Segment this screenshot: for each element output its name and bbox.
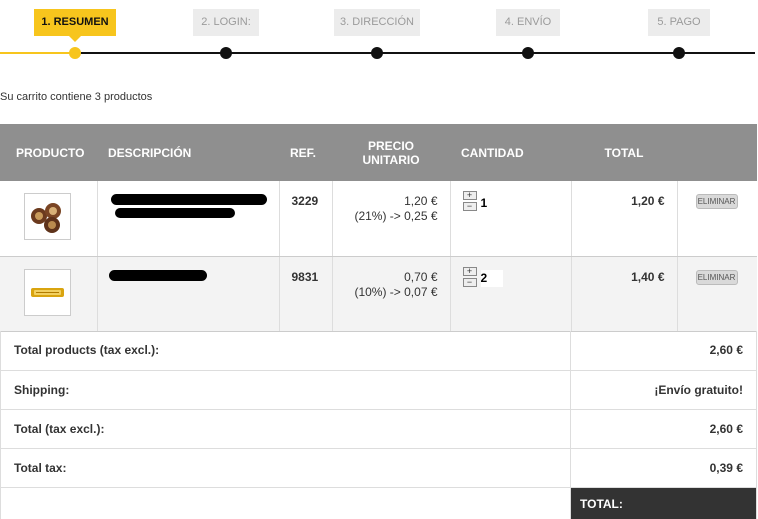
product-ref: 3229: [279, 181, 333, 257]
step-address[interactable]: 3. DIRECCIÓN: [334, 9, 420, 36]
delete-button[interactable]: ELIMINAR: [695, 269, 738, 285]
table-row: 3229 1,20 € (21%) -> 0,25 € + − 1,20 € E…: [0, 181, 757, 257]
total-tax-value: 0,39 €: [570, 448, 757, 488]
header-description: DESCRIPCIÓN: [97, 124, 279, 181]
totals-row: Total products (tax excl.): 2,60 €: [0, 331, 757, 371]
quantity-minus-button[interactable]: −: [462, 202, 477, 211]
product-description-cell: [97, 181, 280, 257]
product-total: 1,40 €: [571, 256, 678, 332]
total-tax-label: Total tax:: [0, 448, 571, 488]
totals-row: TOTAL:: [0, 487, 757, 519]
step-shipping[interactable]: 4. ENVÍO: [496, 9, 560, 36]
grand-total-spacer: [0, 487, 571, 519]
quantity-input[interactable]: [480, 269, 503, 287]
step-payment[interactable]: 5. PAGO: [648, 9, 710, 36]
totals-row: Total tax: 0,39 €: [0, 448, 757, 488]
redacted-text: [108, 269, 207, 281]
checkout-steps: 1. RESUMEN 2. LOGIN: 3. DIRECCIÓN 4. ENV…: [0, 0, 758, 70]
product-actions-cell: ELIMINAR: [677, 181, 757, 257]
product-tax: (21%) -> 0,25 €: [354, 209, 438, 223]
product-image-candy[interactable]: [24, 268, 71, 316]
product-price-cell: 1,20 € (21%) -> 0,25 €: [332, 181, 451, 257]
totals-table: Total products (tax excl.): 2,60 € Shipp…: [0, 331, 757, 519]
totals-row: Shipping: ¡Envío gratuito!: [0, 370, 757, 410]
header-quantity: CANTIDAD: [450, 124, 571, 181]
chocolates-image: [31, 203, 61, 233]
header-unit-price-label: PRECIO UNITARIO: [362, 138, 420, 167]
quantity-plus-button[interactable]: +: [462, 191, 477, 200]
product-image-cell: [0, 181, 98, 257]
header-unit-price: PRECIO UNITARIO: [332, 124, 450, 181]
step-summary[interactable]: 1. RESUMEN: [34, 9, 116, 42]
header-actions: [677, 124, 757, 181]
step-dot-payment: [673, 47, 685, 59]
totals-row: Total (tax excl.): 2,60 €: [0, 409, 757, 449]
header-total: TOTAL: [571, 124, 677, 181]
header-ref: REF.: [279, 124, 332, 181]
product-price: 0,70 €: [404, 269, 438, 284]
table-row: 9831 0,70 € (10%) -> 0,07 € + − 1,40 € E…: [0, 256, 757, 332]
product-price-cell: 0,70 € (10%) -> 0,07 €: [332, 256, 451, 332]
step-dot-login: [220, 47, 232, 59]
product-actions-cell: ELIMINAR: [677, 256, 757, 332]
step-dot-shipping: [522, 47, 534, 59]
grand-total-label: TOTAL:: [570, 487, 757, 519]
redacted-text: [114, 208, 235, 218]
product-description-cell: [97, 256, 280, 332]
cart-table-header: PRODUCTO DESCRIPCIÓN REF. PRECIO UNITARI…: [0, 124, 757, 181]
total-tax-excl-label: Total (tax excl.):: [0, 409, 571, 449]
product-tax: (10%) -> 0,07 €: [354, 284, 438, 299]
delete-button[interactable]: ELIMINAR: [695, 194, 738, 209]
total-tax-excl-value: 2,60 €: [570, 409, 757, 449]
product-price: 1,20 €: [404, 194, 438, 208]
shipping-label: Shipping:: [0, 370, 571, 410]
redacted-text: [110, 194, 267, 205]
total-products-value: 2,60 €: [570, 331, 757, 371]
product-image-chocolates[interactable]: [24, 193, 71, 240]
cart-summary-text: Su carrito contiene 3 productos: [0, 91, 153, 103]
product-image-cell: [0, 256, 98, 332]
candy-wrapper-image: [31, 287, 64, 297]
header-product: PRODUCTO: [0, 124, 97, 181]
shipping-value: ¡Envío gratuito!: [570, 370, 757, 410]
step-dot-summary: [69, 47, 81, 59]
cart-table: PRODUCTO DESCRIPCIÓN REF. PRECIO UNITARI…: [0, 124, 757, 332]
quantity-minus-button[interactable]: −: [462, 277, 477, 287]
quantity-input[interactable]: [480, 194, 503, 211]
product-ref: 9831: [279, 256, 333, 332]
steps-progress-line-active: [0, 52, 76, 54]
step-login[interactable]: 2. LOGIN:: [193, 9, 259, 36]
product-total: 1,20 €: [571, 181, 678, 257]
step-dot-address: [371, 47, 383, 59]
quantity-plus-button[interactable]: +: [462, 266, 477, 276]
total-products-label: Total products (tax excl.):: [0, 331, 571, 371]
product-quantity-cell: + −: [450, 181, 572, 257]
product-quantity-cell: + −: [450, 256, 572, 332]
